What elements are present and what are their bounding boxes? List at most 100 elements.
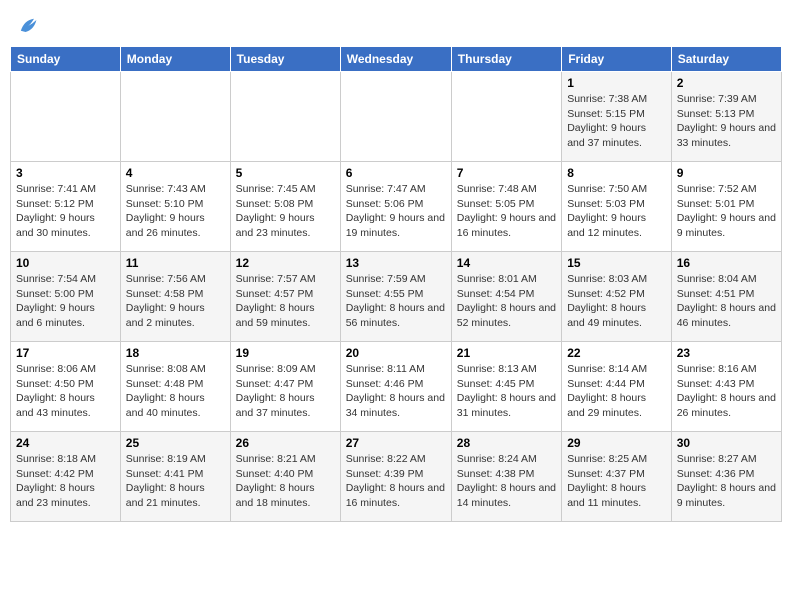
day-cell: 30 Sunrise: 8:27 AMSunset: 4:36 PMDayligh… — [671, 432, 781, 522]
day-info: Sunrise: 8:06 AMSunset: 4:50 PMDaylight:… — [16, 362, 115, 421]
day-cell: 5Sunrise: 7:45 AMSunset: 5:08 PMDaylight… — [230, 162, 340, 252]
day-number: 10 — [16, 256, 115, 270]
day-cell: 25 Sunrise: 8:19 AMSunset: 4:41 PMDayligh… — [120, 432, 230, 522]
day-cell: 21 Sunrise: 8:13 AMSunset: 4:45 PMDayligh… — [451, 342, 561, 432]
day-info: Sunrise: 7:43 AMSunset: 5:10 PMDaylight:… — [126, 182, 225, 241]
day-cell: 28 Sunrise: 8:24 AMSunset: 4:38 PMDayligh… — [451, 432, 561, 522]
day-info: Sunrise: 8:09 AMSunset: 4:47 PMDaylight:… — [236, 362, 335, 421]
day-info: Sunrise: 8:03 AMSunset: 4:52 PMDaylight:… — [567, 272, 666, 331]
week-row-3: 10 Sunrise: 7:54 AMSunset: 5:00 PMDayligh… — [11, 252, 782, 342]
day-info: Sunrise: 8:14 AMSunset: 4:44 PMDaylight:… — [567, 362, 666, 421]
day-info: Sunrise: 7:41 AMSunset: 5:12 PMDaylight:… — [16, 182, 115, 241]
calendar-table: SundayMondayTuesdayWednesdayThursdayFrid… — [10, 46, 782, 522]
day-number: 6 — [346, 166, 446, 180]
page-header — [10, 10, 782, 38]
day-cell: 22 Sunrise: 8:14 AMSunset: 4:44 PMDayligh… — [562, 342, 672, 432]
header-day-thursday: Thursday — [451, 47, 561, 72]
day-cell: 23 Sunrise: 8:16 AMSunset: 4:43 PMDayligh… — [671, 342, 781, 432]
day-info: Sunrise: 7:57 AMSunset: 4:57 PMDaylight:… — [236, 272, 335, 331]
day-cell: 27 Sunrise: 8:22 AMSunset: 4:39 PMDayligh… — [340, 432, 451, 522]
day-cell: 12 Sunrise: 7:57 AMSunset: 4:57 PMDayligh… — [230, 252, 340, 342]
day-number: 29 — [567, 436, 666, 450]
day-info: Sunrise: 7:52 AMSunset: 5:01 PMDaylight:… — [677, 182, 776, 241]
day-number: 16 — [677, 256, 776, 270]
day-cell: 4 Sunrise: 7:43 AMSunset: 5:10 PMDaylight… — [120, 162, 230, 252]
day-cell: 6 Sunrise: 7:47 AMSunset: 5:06 PMDaylight… — [340, 162, 451, 252]
day-info: Sunrise: 7:48 AMSunset: 5:05 PMDaylight:… — [457, 182, 556, 241]
day-info: Sunrise: 8:18 AMSunset: 4:42 PMDaylight:… — [16, 452, 115, 511]
day-number: 28 — [457, 436, 556, 450]
day-number: 9 — [677, 166, 776, 180]
day-number: 19 — [236, 346, 335, 360]
day-info: Sunrise: 7:54 AMSunset: 5:00 PMDaylight:… — [16, 272, 115, 331]
day-cell — [230, 72, 340, 162]
day-info: Sunrise: 7:59 AMSunset: 4:55 PMDaylight:… — [346, 272, 446, 331]
logo — [14, 14, 40, 38]
day-cell — [451, 72, 561, 162]
header-day-monday: Monday — [120, 47, 230, 72]
day-number: 23 — [677, 346, 776, 360]
day-cell: 8Sunrise: 7:50 AMSunset: 5:03 PMDaylight… — [562, 162, 672, 252]
day-number: 8 — [567, 166, 666, 180]
day-info: Sunrise: 8:19 AMSunset: 4:41 PMDaylight:… — [126, 452, 225, 511]
day-number: 3 — [16, 166, 115, 180]
header-day-friday: Friday — [562, 47, 672, 72]
day-cell: 19 Sunrise: 8:09 AMSunset: 4:47 PMDayligh… — [230, 342, 340, 432]
day-info: Sunrise: 7:47 AMSunset: 5:06 PMDaylight:… — [346, 182, 446, 241]
day-number: 30 — [677, 436, 776, 450]
logo-bird-icon — [16, 14, 40, 38]
day-number: 26 — [236, 436, 335, 450]
day-info: Sunrise: 8:01 AMSunset: 4:54 PMDaylight:… — [457, 272, 556, 331]
day-cell: 15 Sunrise: 8:03 AMSunset: 4:52 PMDayligh… — [562, 252, 672, 342]
day-cell: 16 Sunrise: 8:04 AMSunset: 4:51 PMDayligh… — [671, 252, 781, 342]
week-row-2: 3 Sunrise: 7:41 AMSunset: 5:12 PMDaylight… — [11, 162, 782, 252]
day-cell: 17 Sunrise: 8:06 AMSunset: 4:50 PMDayligh… — [11, 342, 121, 432]
day-number: 11 — [126, 256, 225, 270]
day-info: Sunrise: 8:25 AMSunset: 4:37 PMDaylight:… — [567, 452, 666, 511]
day-cell: 9 Sunrise: 7:52 AMSunset: 5:01 PMDaylight… — [671, 162, 781, 252]
day-cell: 24 Sunrise: 8:18 AMSunset: 4:42 PMDayligh… — [11, 432, 121, 522]
week-row-1: 1 Sunrise: 7:38 AMSunset: 5:15 PMDaylight… — [11, 72, 782, 162]
day-number: 21 — [457, 346, 556, 360]
day-number: 17 — [16, 346, 115, 360]
day-cell: 3 Sunrise: 7:41 AMSunset: 5:12 PMDaylight… — [11, 162, 121, 252]
day-cell — [11, 72, 121, 162]
day-number: 25 — [126, 436, 225, 450]
day-cell: 2 Sunrise: 7:39 AMSunset: 5:13 PMDaylight… — [671, 72, 781, 162]
header-day-sunday: Sunday — [11, 47, 121, 72]
header-row: SundayMondayTuesdayWednesdayThursdayFrid… — [11, 47, 782, 72]
day-info: Sunrise: 8:16 AMSunset: 4:43 PMDaylight:… — [677, 362, 776, 421]
day-info: Sunrise: 8:13 AMSunset: 4:45 PMDaylight:… — [457, 362, 556, 421]
week-row-5: 24 Sunrise: 8:18 AMSunset: 4:42 PMDayligh… — [11, 432, 782, 522]
day-cell: 10 Sunrise: 7:54 AMSunset: 5:00 PMDayligh… — [11, 252, 121, 342]
day-number: 5 — [236, 166, 335, 180]
day-cell: 14Sunrise: 8:01 AMSunset: 4:54 PMDayligh… — [451, 252, 561, 342]
day-info: Sunrise: 8:24 AMSunset: 4:38 PMDaylight:… — [457, 452, 556, 511]
day-cell: 29 Sunrise: 8:25 AMSunset: 4:37 PMDayligh… — [562, 432, 672, 522]
day-info: Sunrise: 8:08 AMSunset: 4:48 PMDaylight:… — [126, 362, 225, 421]
day-info: Sunrise: 7:38 AMSunset: 5:15 PMDaylight:… — [567, 92, 666, 151]
day-number: 27 — [346, 436, 446, 450]
day-info: Sunrise: 7:56 AMSunset: 4:58 PMDaylight:… — [126, 272, 225, 331]
day-info: Sunrise: 8:22 AMSunset: 4:39 PMDaylight:… — [346, 452, 446, 511]
day-number: 12 — [236, 256, 335, 270]
day-number: 13 — [346, 256, 446, 270]
day-cell — [340, 72, 451, 162]
day-number: 2 — [677, 76, 776, 90]
day-info: Sunrise: 8:11 AMSunset: 4:46 PMDaylight:… — [346, 362, 446, 421]
day-cell: 11 Sunrise: 7:56 AMSunset: 4:58 PMDayligh… — [120, 252, 230, 342]
day-number: 20 — [346, 346, 446, 360]
day-info: Sunrise: 8:04 AMSunset: 4:51 PMDaylight:… — [677, 272, 776, 331]
day-number: 7 — [457, 166, 556, 180]
day-number: 18 — [126, 346, 225, 360]
day-number: 22 — [567, 346, 666, 360]
day-number: 24 — [16, 436, 115, 450]
day-cell: 7 Sunrise: 7:48 AMSunset: 5:05 PMDaylight… — [451, 162, 561, 252]
day-number: 15 — [567, 256, 666, 270]
day-info: Sunrise: 7:39 AMSunset: 5:13 PMDaylight:… — [677, 92, 776, 151]
day-number: 4 — [126, 166, 225, 180]
day-info: Sunrise: 8:27 AMSunset: 4:36 PMDaylight:… — [677, 452, 776, 511]
day-number: 1 — [567, 76, 666, 90]
day-cell: 13 Sunrise: 7:59 AMSunset: 4:55 PMDayligh… — [340, 252, 451, 342]
day-cell: 18 Sunrise: 8:08 AMSunset: 4:48 PMDayligh… — [120, 342, 230, 432]
